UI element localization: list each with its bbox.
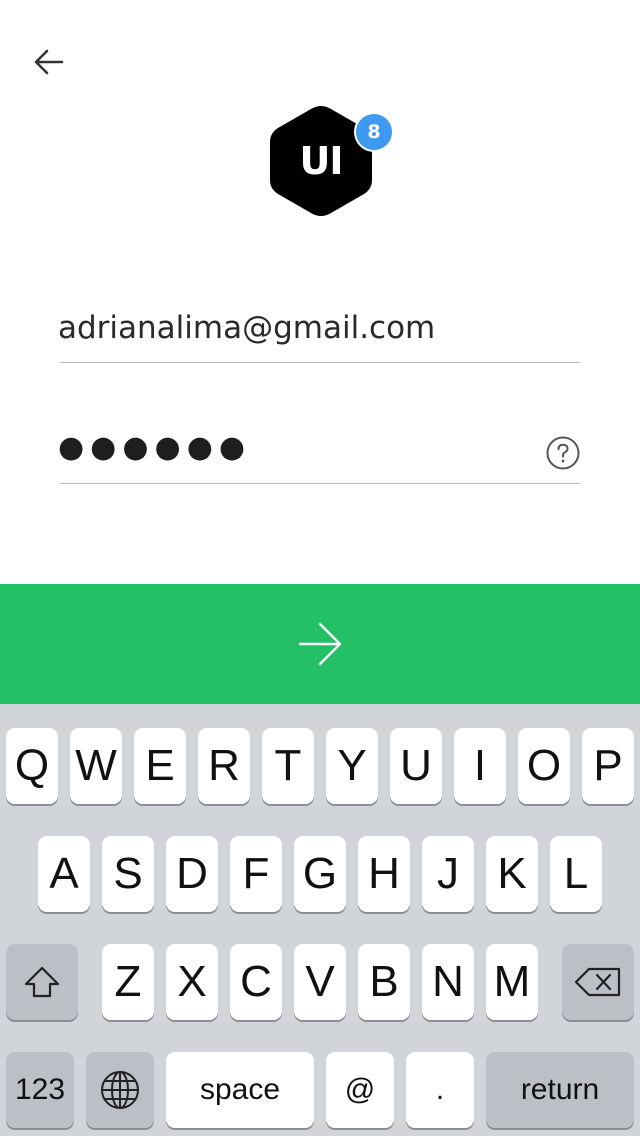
email-field[interactable]: adrianalima@gmail.com: [58, 296, 580, 363]
password-input-value: ●●●●●●: [58, 430, 252, 465]
key-z[interactable]: Z: [102, 944, 154, 1020]
arrow-left-icon: [34, 49, 64, 75]
key-c[interactable]: C: [230, 944, 282, 1020]
at-key[interactable]: @: [326, 1052, 394, 1128]
key-y[interactable]: Y: [326, 728, 378, 804]
key-r[interactable]: R: [198, 728, 250, 804]
notification-badge: 8: [354, 112, 394, 152]
key-k[interactable]: K: [486, 836, 538, 912]
question-circle-icon: [546, 436, 580, 470]
password-help-button[interactable]: [546, 436, 580, 470]
password-field[interactable]: ●●●●●●: [58, 418, 580, 484]
back-button[interactable]: [26, 40, 72, 84]
shift-icon: [24, 966, 60, 998]
key-h[interactable]: H: [358, 836, 410, 912]
globe-key[interactable]: [86, 1052, 154, 1128]
key-d[interactable]: D: [166, 836, 218, 912]
space-key[interactable]: space: [166, 1052, 314, 1128]
return-key[interactable]: return: [486, 1052, 634, 1128]
email-input-value: adrianalima@gmail.com: [58, 310, 436, 346]
key-q[interactable]: Q: [6, 728, 58, 804]
globe-icon: [101, 1071, 139, 1109]
key-p[interactable]: P: [582, 728, 634, 804]
key-l[interactable]: L: [550, 836, 602, 912]
key-a[interactable]: A: [38, 836, 90, 912]
sign-in-screen: UI 8 adrianalima@gmail.com ●●●●●● Q W E …: [0, 0, 640, 1136]
key-x[interactable]: X: [166, 944, 218, 1020]
key-g[interactable]: G: [294, 836, 346, 912]
shift-key[interactable]: [6, 944, 78, 1020]
backspace-icon: [574, 967, 621, 997]
dot-key[interactable]: .: [406, 1052, 474, 1128]
key-e[interactable]: E: [134, 728, 186, 804]
arrow-right-icon: [298, 622, 342, 666]
key-i[interactable]: I: [454, 728, 506, 804]
key-n[interactable]: N: [422, 944, 474, 1020]
keyboard: Q W E R T Y U I O P A S D F G H J K L Z …: [0, 704, 640, 1136]
app-logo: UI 8: [268, 102, 394, 222]
key-f[interactable]: F: [230, 836, 282, 912]
key-o[interactable]: O: [518, 728, 570, 804]
numbers-key[interactable]: 123: [6, 1052, 74, 1128]
key-m[interactable]: M: [486, 944, 538, 1020]
key-w[interactable]: W: [70, 728, 122, 804]
key-j[interactable]: J: [422, 836, 474, 912]
submit-button[interactable]: [0, 584, 640, 704]
delete-key[interactable]: [562, 944, 634, 1020]
key-v[interactable]: V: [294, 944, 346, 1020]
key-s[interactable]: S: [102, 836, 154, 912]
key-u[interactable]: U: [390, 728, 442, 804]
key-t[interactable]: T: [262, 728, 314, 804]
key-b[interactable]: B: [358, 944, 410, 1020]
